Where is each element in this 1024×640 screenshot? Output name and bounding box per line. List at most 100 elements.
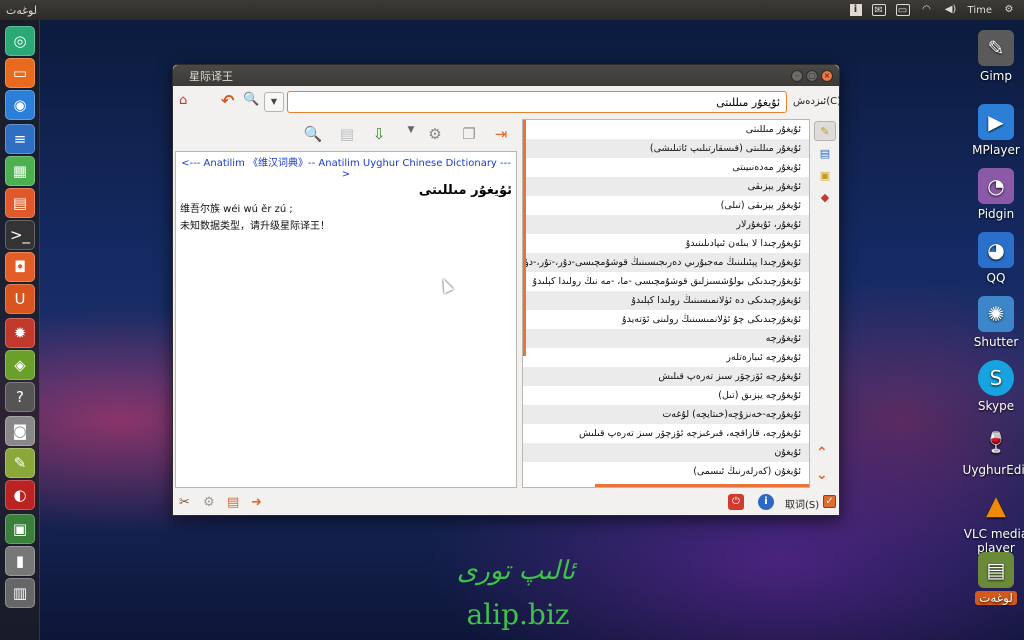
desktop-icon-pidgin[interactable]: ◔ Pidgin — [951, 168, 1024, 221]
definition-line: 维吾尔族 wéi wú ěr zú ; — [180, 204, 293, 215]
translate-tab-icon[interactable]: ◆ — [814, 187, 836, 207]
workspace-icon[interactable]: ▣ — [5, 514, 35, 544]
qq-icon: ◕ — [978, 232, 1014, 268]
settings-gear-icon[interactable]: ⚙ — [1002, 4, 1016, 16]
uyghuredit-icon: 🍷 — [983, 430, 1009, 454]
maximize-button[interactable]: □ — [806, 69, 818, 82]
desktop-icon-qq[interactable]: ◕ QQ — [951, 232, 1024, 285]
preferences-icon[interactable]: ⚙ — [203, 495, 215, 510]
volume-icon[interactable]: ◀) — [944, 4, 958, 16]
gimp-icon: ✎ — [978, 30, 1014, 66]
desktop-icon-skype[interactable]: S Skype — [951, 360, 1024, 413]
system-settings-icon[interactable]: ✹ — [5, 318, 35, 348]
info-icon[interactable]: i — [849, 4, 862, 16]
desktop-icon-vlc[interactable]: ▲ VLC media player — [951, 488, 1024, 555]
files-icon[interactable]: ▭ — [5, 58, 35, 88]
search-icon[interactable]: 🔍 — [303, 125, 323, 143]
browser-icon[interactable]: ◉ — [5, 90, 35, 120]
scan-checkbox[interactable]: ✓ — [823, 495, 836, 508]
desktop-icon-gimp[interactable]: ✎ Gimp — [951, 30, 1024, 83]
tree-dict-tab-icon[interactable]: ▣ — [814, 165, 836, 185]
dict-manage-icon[interactable]: ▤ — [227, 495, 239, 510]
word-list[interactable]: ئۇيغۇر مىللىتى ئۇيغۇر مىللىتى (قىسقارتىل… — [522, 119, 810, 488]
list-item[interactable]: ئۇيغۇرچە ئۆزچۆر سىز تەرەپ قىلىش — [523, 367, 809, 386]
home-icon[interactable]: ⌂ — [179, 93, 187, 108]
history-dropdown-button[interactable]: ▼ — [264, 92, 284, 112]
app-icon[interactable]: ◈ — [5, 350, 35, 380]
list-item[interactable]: ئۇيغۇرچە-خەنزۇچە(خىتايچە) لۇغەت — [523, 405, 809, 424]
tools-icon[interactable]: ✂ — [179, 495, 190, 510]
search-icon[interactable]: 🔍 — [243, 92, 259, 107]
camera-icon[interactable]: ◙ — [5, 416, 35, 446]
quit-icon[interactable]: ⏻ — [728, 494, 744, 510]
desktop-icon-shutter[interactable]: ✺ Shutter — [951, 296, 1024, 349]
list-item[interactable]: ئۇيغۇر مەدەنىيىتى — [523, 158, 809, 177]
trash-icon[interactable]: ▥ — [5, 578, 35, 608]
desktop-icon-label: MPlayer — [972, 143, 1020, 157]
close-button[interactable]: × — [821, 69, 833, 82]
result-list-tab-icon[interactable]: ▤ — [814, 143, 836, 163]
list-item[interactable]: ئۇيغۇرچە ئىبارەتلەر — [523, 348, 809, 367]
list-item[interactable]: ئۇيغۇرچىدىكى بولۇشسىزلىق قوشۇمچىسى -ما، … — [523, 272, 809, 291]
mail-icon[interactable]: ✉ — [871, 4, 886, 16]
scan-label: 取词(S) — [785, 500, 820, 511]
horizontal-scrollbar[interactable] — [595, 484, 809, 487]
list-item[interactable]: ئۇيغۇرچىدىكى دە ئۈلانمىسىنىڭ رولىدا كېلى… — [523, 291, 809, 310]
battery-icon[interactable]: ▭ — [895, 4, 910, 16]
red-app-icon[interactable]: ◐ — [5, 480, 35, 510]
word-list-tab-icon[interactable]: ✎ — [814, 121, 836, 141]
list-item[interactable]: ئۇيغۇر يېزىقى (تىلى) — [523, 196, 809, 215]
dash-home-icon[interactable]: ◎ — [5, 26, 35, 56]
shutter-icon: ✺ — [978, 296, 1014, 332]
side-toolbar: ✎ ▤ ▣ ◆ ⌃ ⌄ — [812, 119, 838, 488]
usb-icon[interactable]: ▮ — [5, 546, 35, 576]
network-icon[interactable]: ◠ — [920, 4, 934, 16]
top-panel: لوغەت i ✉ ▭ ◠ ◀) Time ⚙ — [0, 0, 1024, 20]
software-center-icon[interactable]: ◘ — [5, 252, 35, 282]
desktop-icon-uyghuredit[interactable]: 🍷 UyghurEdit — [951, 424, 1024, 477]
definition-text[interactable]: <--- Anatilim 《维汉词典》-- Anatilim Uyghur C… — [175, 151, 517, 488]
preferences-icon[interactable]: ⚙ — [425, 125, 445, 143]
desktop-icon-mplayer[interactable]: ▶ MPlayer — [951, 104, 1024, 157]
minimize-button[interactable]: – — [791, 69, 803, 82]
list-item[interactable]: ئۇيغۇر مىللىتى — [523, 120, 809, 139]
desktop-icon-label: QQ — [986, 271, 1006, 285]
save-dropdown-icon[interactable]: ▼ — [401, 125, 421, 135]
ubuntu-one-icon[interactable]: U — [5, 284, 35, 314]
list-item[interactable]: ئۇيغۇرچىدىكى چۇ ئۈلانمىسىنىڭ رولىنى ئۆتە… — [523, 310, 809, 329]
search-input[interactable] — [287, 91, 787, 113]
chevron-down-icon[interactable]: ⌄ — [816, 467, 828, 483]
list-item[interactable]: ئۇيغۇرچىدا لا بىلەن ئىپادىلىنىدۇ — [523, 234, 809, 253]
list-item[interactable]: ئۇيغۇرچىدا پېئىلىنىڭ مەجبۇرىي دەرىجىسىنى… — [523, 253, 809, 272]
jump-icon[interactable]: ⇥ — [491, 125, 511, 143]
copy-icon[interactable]: ❐ — [459, 125, 479, 143]
impress-icon[interactable]: ▤ — [5, 188, 35, 218]
info-icon[interactable]: i — [758, 494, 774, 510]
save-icon[interactable]: ⇩ — [369, 125, 389, 143]
desktop-icon-dictionary[interactable]: ▤ لوغەت — [951, 552, 1024, 605]
writer-icon[interactable]: ≡ — [5, 124, 35, 154]
vertical-scrollbar[interactable] — [523, 120, 526, 356]
list-item[interactable]: ئۇيغۇرچە — [523, 329, 809, 348]
calc-icon[interactable]: ▦ — [5, 156, 35, 186]
list-item[interactable]: ئۇيغۇر، ئۇيغۇرلار — [523, 215, 809, 234]
list-item[interactable]: ئۇيغۇن — [523, 443, 809, 462]
print-icon[interactable]: ▤ — [337, 125, 357, 143]
skype-icon: S — [978, 360, 1014, 396]
back-icon[interactable]: ↶ — [221, 91, 234, 110]
system-tray: i ✉ ▭ ◠ ◀) Time ⚙ — [849, 4, 1024, 16]
list-item[interactable]: ئۇيغۇرچە، قازاقچە، قىرغىزچە ئۆزچۆر سىز ت… — [523, 424, 809, 443]
desktop-icon-label: VLC media player — [963, 527, 1024, 555]
keyring-icon[interactable]: ? — [5, 382, 35, 412]
window-titlebar[interactable]: 星际译王 – □ × — [173, 65, 839, 86]
list-item[interactable]: ئۇيغۇرچە يېزىق (تىل) — [523, 386, 809, 405]
new-version-icon[interactable]: ➜ — [251, 495, 262, 510]
list-item[interactable]: ئۇيغۇن (كەرلەرنىڭ ئىسمى) — [523, 462, 809, 481]
list-item[interactable]: ئۇيغۇر يېزىقى — [523, 177, 809, 196]
headword: ئۇيغۇر مىللىتى — [418, 183, 512, 198]
clock[interactable]: Time — [968, 5, 992, 16]
editor-icon[interactable]: ✎ — [5, 448, 35, 478]
terminal-icon[interactable]: >_ — [5, 220, 35, 250]
chevron-up-icon[interactable]: ⌃ — [816, 445, 828, 461]
list-item[interactable]: ئۇيغۇر مىللىتى (قىسقارتىلىپ ئاتىلىشى) — [523, 139, 809, 158]
